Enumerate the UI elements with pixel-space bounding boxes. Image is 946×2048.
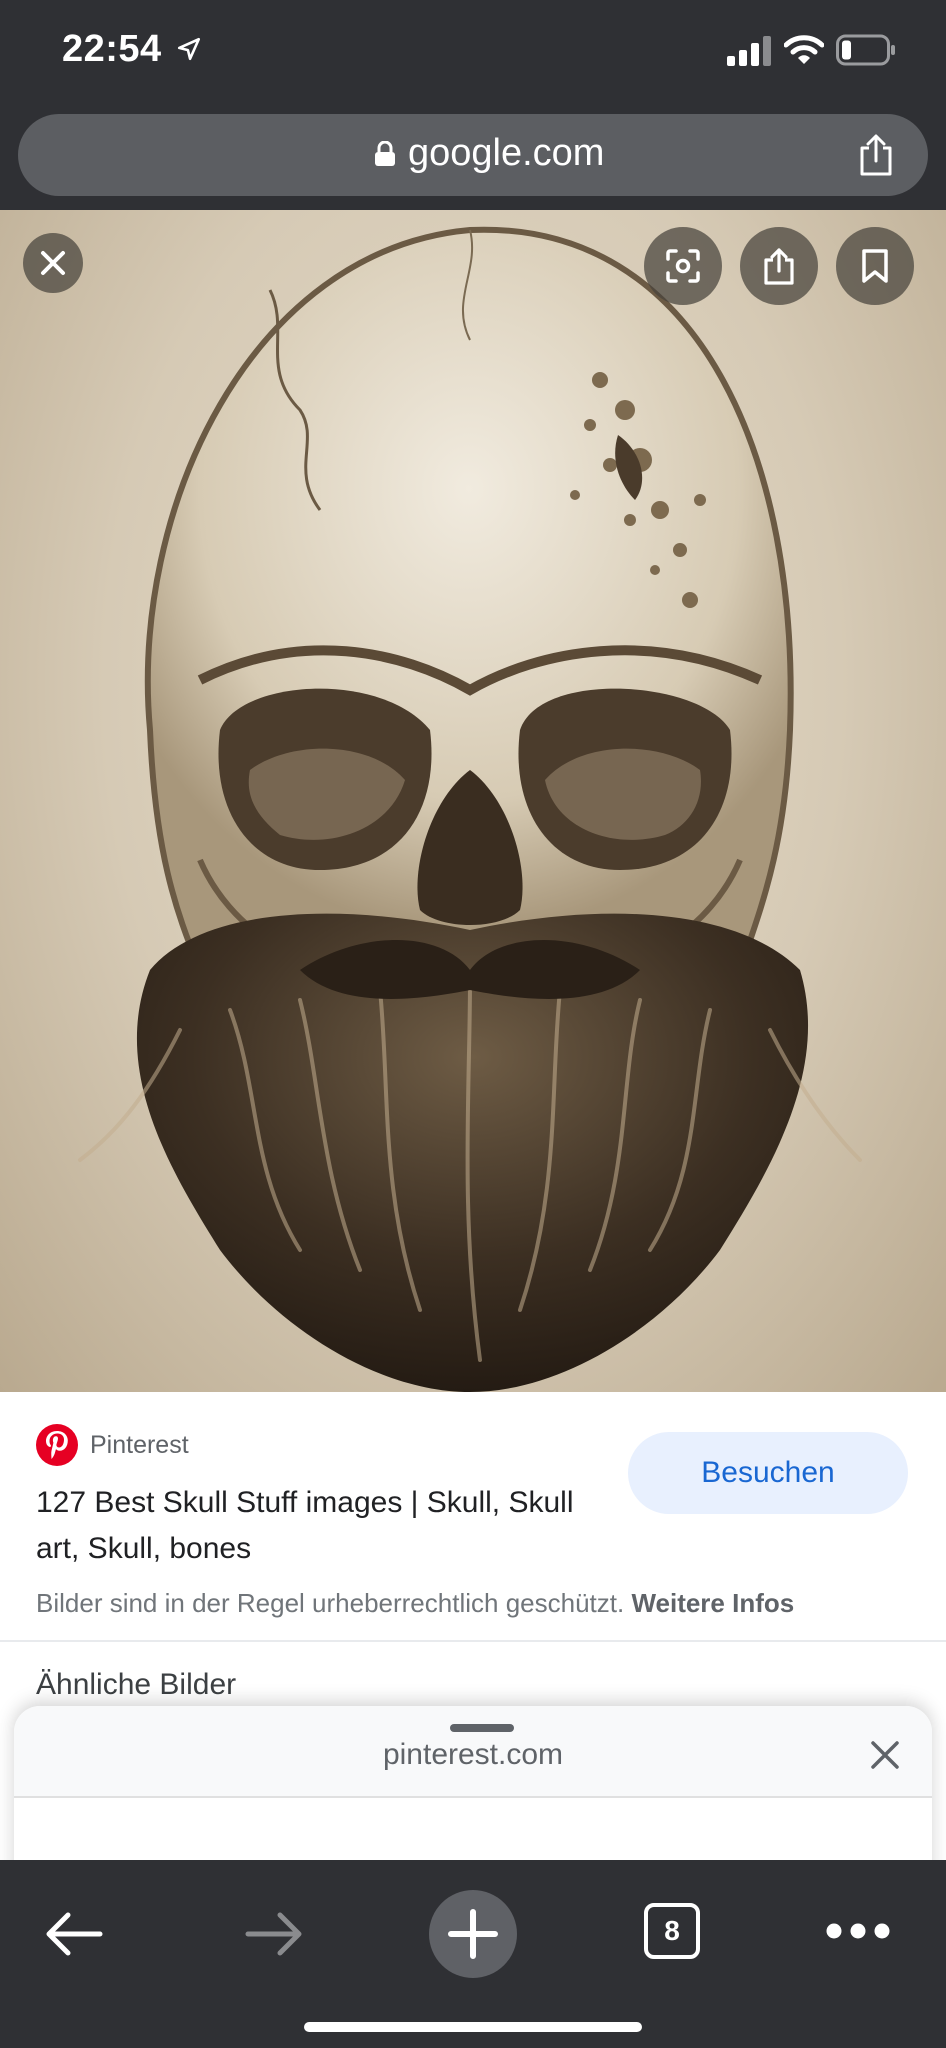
visit-button[interactable]: Besuchen — [628, 1432, 908, 1514]
tab-switcher-button[interactable]: 8 — [644, 1903, 700, 1959]
forward-arrow-icon — [245, 1912, 302, 1956]
more-icon — [826, 1923, 890, 1939]
share-icon[interactable] — [856, 134, 896, 176]
forward-button[interactable] — [236, 1904, 312, 1964]
share-icon — [764, 248, 794, 285]
result-title[interactable]: 127 Best Skull Stuff images | Skull, Sku… — [36, 1480, 596, 1572]
close-icon — [41, 251, 65, 275]
pinterest-logo-icon — [36, 1424, 78, 1466]
similar-images-heading: Ähnliche Bilder — [36, 1668, 237, 1701]
bookmark-icon — [862, 249, 888, 283]
back-button[interactable] — [36, 1904, 112, 1964]
image-viewer[interactable] — [0, 210, 946, 1392]
source-name: Pinterest — [90, 1430, 189, 1459]
close-icon[interactable] — [870, 1740, 900, 1770]
new-tab-button[interactable] — [429, 1890, 517, 1978]
url-domain: google.com — [408, 132, 605, 174]
home-indicator[interactable] — [304, 2022, 642, 2032]
bearded-skull-artwork — [78, 226, 862, 1392]
lens-button[interactable] — [644, 227, 722, 305]
copyright-notice: Bilder sind in der Regel urheberrechtlic… — [36, 1588, 794, 1619]
source-row[interactable]: Pinterest — [36, 1424, 189, 1466]
status-bar: 22:54 — [0, 0, 946, 104]
sheet-domain: pinterest.com — [382, 1738, 564, 1771]
lock-icon — [375, 141, 395, 166]
url-bar-container: google.com — [0, 104, 946, 210]
share-image-button[interactable] — [740, 227, 818, 305]
location-arrow-icon — [177, 37, 201, 61]
bookmark-button[interactable] — [836, 227, 914, 305]
divider — [0, 1640, 946, 1642]
cellular-signal-icon — [727, 36, 771, 66]
url-bar[interactable]: google.com — [18, 114, 928, 196]
copyright-text: Bilder sind in der Regel urheberrechtlic… — [36, 1588, 625, 1618]
wifi-icon — [784, 35, 824, 64]
sheet-header: pinterest.com — [14, 1706, 932, 1798]
bottom-toolbar: 8 — [0, 1860, 946, 2048]
plus-icon — [448, 1909, 498, 1959]
more-menu-button[interactable] — [822, 1916, 894, 1946]
more-info-link[interactable]: Weitere Infos — [631, 1588, 794, 1618]
status-time: 22:54 — [62, 28, 162, 70]
lens-icon — [666, 249, 700, 283]
sheet-drag-handle[interactable] — [450, 1724, 514, 1732]
back-arrow-icon — [46, 1912, 103, 1956]
close-image-button[interactable] — [23, 233, 83, 293]
battery-icon — [836, 34, 895, 66]
